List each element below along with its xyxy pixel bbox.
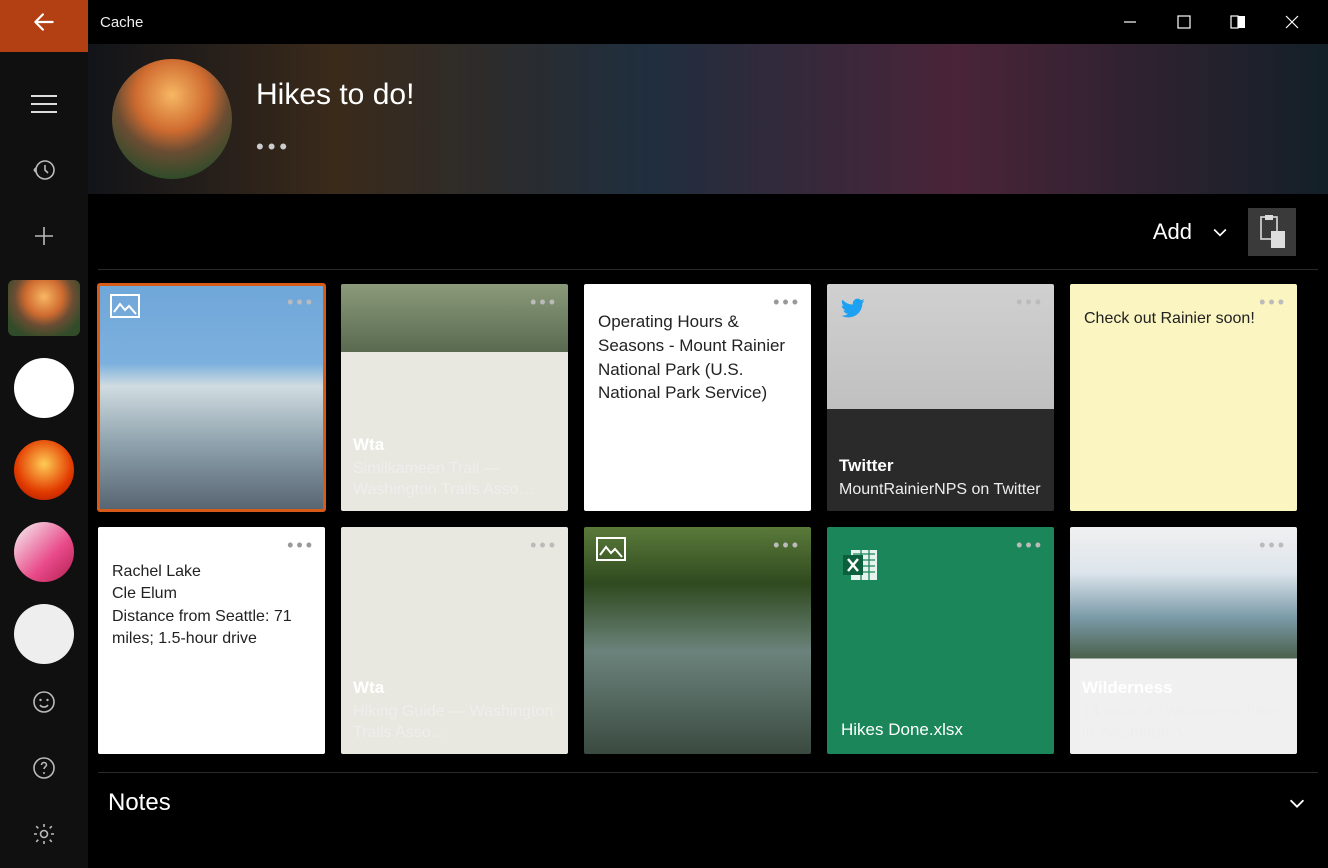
card-more-button[interactable]: ••• [1259,535,1287,556]
titlebar: Cache [0,0,1328,44]
sidebar [0,44,88,868]
card-site: Wilderness [1082,678,1287,698]
card-text: Rachel Lake Cle Elum Distance from Seatt… [112,561,311,651]
close-button[interactable] [1278,8,1306,36]
clipboard-icon [1257,215,1287,249]
card-web-wta-1[interactable]: ••• Wta Similkameen Trail — Washington T… [341,284,568,511]
close-icon [1285,15,1299,29]
card-site: Wta [353,678,558,698]
card-site: Wta [353,435,558,455]
card-file-excel[interactable]: ••• Hikes Done.xlsx [827,527,1054,754]
collection-more-button[interactable]: ••• [256,134,414,160]
card-more-button[interactable]: ••• [1016,292,1044,313]
card-more-button[interactable]: ••• [287,292,315,313]
notes-label: Notes [108,789,171,817]
sidebar-collection-clock[interactable] [14,604,74,664]
image-icon [596,537,626,561]
minimize-button[interactable] [1116,8,1144,36]
history-button[interactable] [22,148,66,192]
card-site: Twitter [839,456,1044,476]
image-icon [110,294,140,318]
excel-icon [841,545,881,585]
window-controls [1116,8,1328,36]
collection-header: Hikes to do! ••• [88,44,1328,194]
card-text-hours[interactable]: ••• Operating Hours & Seasons - Mount Ra… [584,284,811,511]
card-image-1[interactable]: ••• [98,284,325,511]
card-desc: Hiking Guide — Washington Trails Asso… [353,702,558,744]
arrow-left-icon [31,9,57,35]
card-more-button[interactable]: ••• [1016,535,1044,556]
hamburger-icon [30,94,58,114]
sidebar-collection-olympics[interactable] [14,358,74,418]
chevron-down-icon[interactable] [1210,222,1230,242]
card-text-rachel-lake[interactable]: ••• Rachel Lake Cle Elum Distance from S… [98,527,325,754]
twitter-icon [839,294,867,322]
card-desc: MountRainierNPS on Twitter [839,480,1044,501]
restore-icon [1230,15,1246,29]
clipboard-button[interactable] [1248,208,1296,256]
gear-icon [32,822,56,846]
main-layout: Hikes to do! ••• Add ••• [0,44,1328,868]
app-title: Cache [100,14,143,31]
notes-chevron[interactable] [1286,792,1308,814]
content-area: Hikes to do! ••• Add ••• [88,44,1328,868]
add-collection-button[interactable] [22,214,66,258]
card-more-button[interactable]: ••• [530,292,558,313]
add-button-label[interactable]: Add [1153,219,1192,245]
card-text: Operating Hours & Seasons - Mount Rainie… [598,310,797,405]
help-icon [32,756,56,780]
collection-title: Hikes to do! [256,78,414,112]
card-web-twitter[interactable]: ••• Twitter MountRainierNPS on Twitter [827,284,1054,511]
card-more-button[interactable]: ••• [287,535,315,556]
card-more-button[interactable]: ••• [530,535,558,556]
back-button[interactable] [0,0,88,52]
settings-button[interactable] [22,812,66,856]
card-text: Check out Rainier soon! [1084,310,1283,328]
hamburger-button[interactable] [22,82,66,126]
chevron-down-icon [1286,792,1308,814]
history-icon [32,158,56,182]
notes-section[interactable]: Notes [98,772,1318,832]
card-web-wilderness[interactable]: ••• Wilderness 14 must-do wilderness hik… [1070,527,1297,754]
cards-grid: ••• ••• Wta Similkameen Trail — Washingt… [88,270,1328,772]
sidebar-collection-sunset[interactable] [14,440,74,500]
card-filename: Hikes Done.xlsx [841,720,963,740]
card-more-button[interactable]: ••• [773,535,801,556]
card-desc: 14 must-do wilderness hikes in Washingto… [1082,702,1287,744]
smile-icon [32,690,56,714]
help-button[interactable] [22,746,66,790]
toolbar: Add [98,194,1318,270]
card-image-2[interactable]: ••• [584,527,811,754]
collection-avatar[interactable] [112,59,232,179]
maximize-button[interactable] [1170,8,1198,36]
restore-button[interactable] [1224,8,1252,36]
card-desc: Similkameen Trail — Washington Trails As… [353,459,558,501]
card-note-rainier[interactable]: ••• Check out Rainier soon! [1070,284,1297,511]
maximize-icon [1177,15,1191,29]
sidebar-collection-shopping[interactable] [14,522,74,582]
sidebar-collection-hikes[interactable] [8,280,80,336]
minimize-icon [1123,15,1137,29]
feedback-button[interactable] [22,680,66,724]
card-web-wta-2[interactable]: ••• Wta Hiking Guide — Washington Trails… [341,527,568,754]
plus-icon [32,224,56,248]
